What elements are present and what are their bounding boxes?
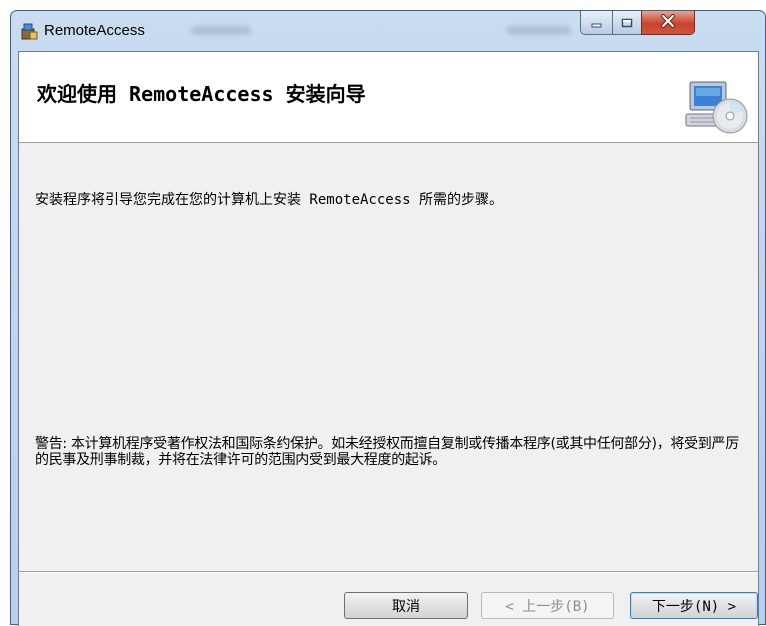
wizard-heading: 欢迎使用 RemoteAccess 安装向导 — [37, 82, 366, 106]
dialog-client-area: 欢迎使用 RemoteAccess 安装向导 安装程序将引导您完成在您的计算机上… — [18, 51, 759, 626]
cancel-button[interactable]: 取消 — [344, 592, 468, 619]
minimize-button[interactable] — [580, 11, 613, 35]
maximize-button[interactable] — [612, 11, 642, 35]
maximize-icon — [621, 13, 633, 32]
minimize-icon — [591, 13, 603, 32]
installer-window: RemoteAccess 欢迎使用 RemoteAccess 安装向导 安装程序… — [10, 10, 766, 626]
header-banner: 欢迎使用 RemoteAccess 安装向导 — [19, 52, 758, 143]
copyright-warning: 警告: 本计算机程序受著作权法和国际条约保护。如未经授权而擅自复制或传播本程序(… — [35, 436, 739, 468]
welcome-message: 安装程序将引导您完成在您的计算机上安装 RemoteAccess 所需的步骤。 — [35, 192, 504, 208]
computer-cd-icon — [684, 78, 750, 136]
back-button[interactable]: < 上一步(B) — [481, 592, 614, 619]
title-blur-mark — [191, 26, 251, 35]
window-title: RemoteAccess — [44, 22, 145, 39]
title-bar[interactable]: RemoteAccess — [11, 11, 765, 51]
next-button[interactable]: 下一步(N) > — [630, 592, 758, 619]
close-icon — [660, 13, 676, 32]
close-button[interactable] — [641, 11, 695, 35]
title-blur-mark — [506, 26, 571, 35]
button-separator — [19, 571, 758, 573]
installer-app-icon — [21, 23, 38, 40]
